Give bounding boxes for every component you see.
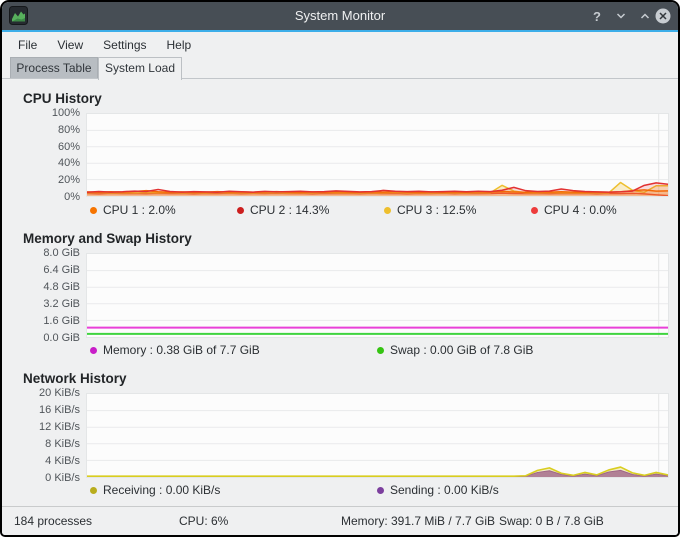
legend-label: CPU 4 : 0.0% <box>544 203 617 217</box>
y-tick-label: 20% <box>57 174 80 187</box>
y-tick-label: 4.8 GiB <box>43 281 80 293</box>
legend-dot-icon <box>90 346 97 354</box>
system-monitor-window: System Monitor ? File View Settings Help… <box>0 0 680 537</box>
y-tick-label: 60% <box>57 140 80 153</box>
legend-label: Receiving : 0.00 KiB/s <box>103 483 221 497</box>
network-history-title: Network History <box>23 371 127 386</box>
legend-item: Sending : 0.00 KiB/s <box>377 483 499 497</box>
legend-item: Receiving : 0.00 KiB/s <box>90 483 220 497</box>
y-tick-label: 80% <box>57 123 80 136</box>
y-tick-label: 1.6 GiB <box>43 315 80 327</box>
status-swap: Swap: 0 B / 7.8 GiB <box>499 514 604 528</box>
legend-dot-icon <box>90 486 97 494</box>
legend-dot-icon <box>377 486 384 494</box>
cpu-legend: CPU 1 : 2.0% CPU 2 : 14.3% CPU 3 : 12.5% CP… <box>90 203 670 218</box>
minimize-button[interactable] <box>612 7 630 25</box>
y-tick-label: 100% <box>51 107 80 119</box>
legend-label: Sending : 0.00 KiB/s <box>390 483 499 497</box>
close-button[interactable] <box>654 7 672 25</box>
legend-dot-icon <box>90 206 97 214</box>
memory-history-chart <box>86 253 669 338</box>
legend-item: CPU 2 : 14.3% <box>237 203 329 217</box>
legend-label: Swap : 0.00 GiB of 7.8 GiB <box>390 343 534 357</box>
maximize-button[interactable] <box>636 7 654 25</box>
network-history-chart <box>86 393 669 478</box>
menu-item-file[interactable]: File <box>8 33 47 57</box>
legend-dot-icon <box>384 206 391 214</box>
legend-dot-icon <box>531 206 538 214</box>
y-tick-label: 20 KiB/s <box>39 387 80 399</box>
status-processes: 184 processes <box>14 514 93 528</box>
y-tick-label: 12 KiB/s <box>39 421 80 433</box>
y-tick-label: 16 KiB/s <box>39 404 80 416</box>
y-tick-label: 0% <box>64 191 80 203</box>
y-tick-label: 3.2 GiB <box>43 298 80 310</box>
cpu-history-chart <box>86 113 669 197</box>
legend-item: Swap : 0.00 GiB of 7.8 GiB <box>377 343 533 357</box>
menu-item-view[interactable]: View <box>47 33 93 57</box>
window-title: System Monitor <box>294 8 386 23</box>
cpu-history-title: CPU History <box>23 91 102 106</box>
menu-item-settings[interactable]: Settings <box>93 33 156 57</box>
status-cpu: CPU: 6% <box>179 514 229 528</box>
legend-label: CPU 1 : 2.0% <box>103 203 176 217</box>
menu-bar: File View Settings Help <box>2 32 678 57</box>
question-mark-icon: ? <box>593 8 601 24</box>
menu-item-help[interactable]: Help <box>157 33 202 57</box>
legend-label: Memory : 0.38 GiB of 7.7 GiB <box>103 343 260 357</box>
legend-item: CPU 4 : 0.0% <box>531 203 617 217</box>
title-bar[interactable]: System Monitor ? <box>2 2 678 30</box>
legend-dot-icon <box>237 206 244 214</box>
y-tick-label: 0.0 GiB <box>43 332 80 344</box>
status-bar: 184 processes CPU: 6% Memory: 391.7 MiB … <box>2 507 678 535</box>
network-legend: Receiving : 0.00 KiB/s Sending : 0.00 KiB… <box>90 483 670 498</box>
y-tick-label: 0 KiB/s <box>45 472 80 484</box>
y-tick-label: 40% <box>57 157 80 170</box>
legend-item: CPU 3 : 12.5% <box>384 203 476 217</box>
help-button[interactable]: ? <box>588 7 606 25</box>
network-y-axis: 20 KiB/s 16 KiB/s 12 KiB/s 8 KiB/s 4 KiB/s 0 … <box>2 387 80 484</box>
close-icon <box>655 8 671 24</box>
tab-system-load[interactable]: System Load <box>98 57 182 80</box>
chevron-up-icon <box>640 13 650 19</box>
legend-item: CPU 1 : 2.0% <box>90 203 176 217</box>
cpu-y-axis: 100% 80% 60% 40% 20% 0% <box>2 107 80 203</box>
memory-history-title: Memory and Swap History <box>23 231 192 246</box>
y-tick-label: 4 KiB/s <box>45 455 80 467</box>
legend-item: Memory : 0.38 GiB of 7.7 GiB <box>90 343 260 357</box>
memory-legend: Memory : 0.38 GiB of 7.7 GiB Swap : 0.00 … <box>90 343 670 358</box>
y-tick-label: 6.4 GiB <box>43 264 80 276</box>
legend-label: CPU 3 : 12.5% <box>397 203 477 217</box>
memory-y-axis: 8.0 GiB 6.4 GiB 4.8 GiB 3.2 GiB 1.6 GiB 0.0 G… <box>2 247 80 344</box>
y-tick-label: 8 KiB/s <box>45 438 80 450</box>
chevron-down-icon <box>616 13 626 19</box>
tab-process-table[interactable]: Process Table <box>10 57 98 78</box>
tab-bar: Process Table System Load <box>2 57 678 80</box>
status-memory: Memory: 391.7 MiB / 7.7 GiB <box>341 514 496 528</box>
y-tick-label: 8.0 GiB <box>43 247 80 259</box>
window-body: System Monitor ? File View Settings Help… <box>2 2 678 535</box>
legend-dot-icon <box>377 346 384 354</box>
legend-label: CPU 2 : 14.3% <box>250 203 330 217</box>
